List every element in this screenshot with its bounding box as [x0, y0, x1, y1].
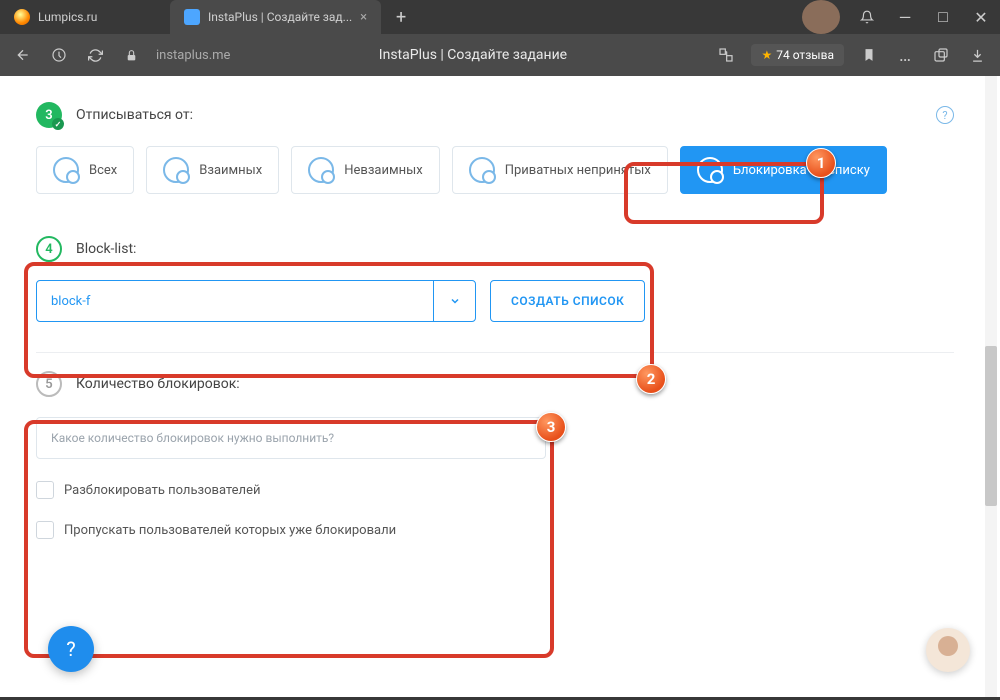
close-tab-icon[interactable]: ×: [360, 10, 367, 25]
unblock-checkbox-row: Разблокировать пользователей: [36, 481, 954, 499]
option-private[interactable]: Приватных непринятых: [452, 146, 668, 194]
user-icon: [308, 157, 334, 183]
yandex-icon[interactable]: [48, 44, 70, 66]
user-icon: [163, 157, 189, 183]
extensions-icon[interactable]: [930, 44, 952, 66]
step-5-number: 5: [36, 371, 62, 397]
step-5-label: Количество блокировок:: [76, 376, 240, 392]
create-list-button[interactable]: СОЗДАТЬ СПИСОК: [490, 280, 645, 322]
tab-label: InstaPlus | Создайте зад...: [208, 10, 352, 24]
step-3-number: 3: [36, 102, 62, 128]
annotation-badge-2: 2: [636, 364, 666, 394]
annotation-badge-1: 1: [806, 148, 836, 178]
step-4-header: 4 Block-list:: [36, 236, 954, 262]
download-icon[interactable]: [966, 44, 988, 66]
unblock-checkbox[interactable]: [36, 481, 54, 499]
reload-icon[interactable]: [84, 44, 106, 66]
skip-checkbox-row: Пропускать пользователей которых уже бло…: [36, 521, 954, 539]
scrollbar-thumb[interactable]: [985, 346, 997, 506]
page-content: 3 Отписываться от: ? Всех Взаимных Невза…: [8, 76, 982, 697]
tab-lumpics[interactable]: Lumpics.ru: [0, 0, 170, 34]
window-close[interactable]: ✕: [962, 0, 1000, 34]
translate-icon[interactable]: [715, 44, 737, 66]
window-minimize[interactable]: —: [886, 0, 924, 34]
favicon-instaplus: [184, 9, 200, 25]
address-bar: instaplus.me InstaPlus | Создайте задани…: [0, 34, 1000, 76]
tab-instaplus[interactable]: InstaPlus | Создайте зад... ×: [170, 0, 381, 34]
step-5-header: 5 Количество блокировок:: [36, 371, 954, 397]
help-icon[interactable]: ?: [936, 106, 954, 124]
profile-avatar[interactable]: [802, 0, 840, 34]
skip-checkbox[interactable]: [36, 521, 54, 539]
help-floating-button[interactable]: ?: [48, 626, 94, 672]
user-icon: [697, 157, 723, 183]
chevron-down-icon[interactable]: [433, 281, 475, 321]
step-3-label: Отписываться от:: [76, 107, 193, 123]
page-title: InstaPlus | Создайте задание: [244, 47, 701, 63]
blocklist-select[interactable]: block-f: [36, 280, 476, 322]
annotation-badge-3: 3: [536, 412, 566, 442]
new-tab-button[interactable]: +: [387, 3, 415, 31]
tab-label: Lumpics.ru: [38, 10, 97, 24]
page-viewport: 3 Отписываться от: ? Всех Взаимных Невза…: [0, 76, 1000, 697]
blocklist-row: block-f СОЗДАТЬ СПИСОК: [36, 280, 954, 322]
window-titlebar: Lumpics.ru InstaPlus | Создайте зад... ×…: [0, 0, 1000, 34]
notifications-icon[interactable]: [848, 0, 886, 34]
section-divider: [36, 352, 954, 353]
url-text[interactable]: instaplus.me: [156, 48, 230, 63]
favicon-lumpics: [14, 9, 30, 25]
user-icon: [53, 157, 79, 183]
blocklist-selected: block-f: [37, 294, 433, 309]
reviews-badge[interactable]: ★74 отзыва: [751, 44, 844, 66]
step-4-number: 4: [36, 236, 62, 262]
step-4-label: Block-list:: [76, 241, 136, 257]
back-icon[interactable]: [12, 44, 34, 66]
option-all[interactable]: Всех: [36, 146, 134, 194]
more-icon[interactable]: …: [894, 44, 916, 66]
window-maximize[interactable]: □: [924, 0, 962, 34]
option-mutual[interactable]: Взаимных: [146, 146, 279, 194]
star-icon: ★: [761, 48, 772, 62]
bookmark-icon[interactable]: [858, 44, 880, 66]
lock-icon[interactable]: [120, 44, 142, 66]
step-3-header: 3 Отписываться от: ?: [36, 102, 954, 128]
option-blocklist[interactable]: Блокировка по списку: [680, 146, 887, 194]
option-nonmutual[interactable]: Невзаимных: [291, 146, 439, 194]
user-icon: [469, 157, 495, 183]
support-avatar[interactable]: [926, 628, 970, 672]
block-count-input[interactable]: Какое количество блокировок нужно выполн…: [36, 417, 546, 459]
